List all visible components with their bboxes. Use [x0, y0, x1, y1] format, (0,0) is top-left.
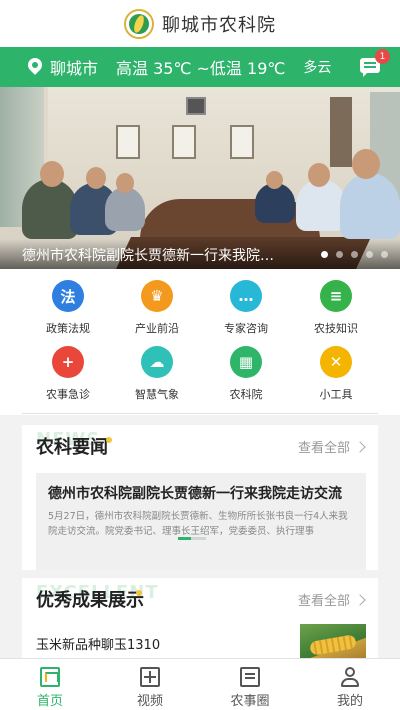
title-accent-dot	[136, 590, 142, 596]
tab-farm-circle[interactable]: 农事圈	[200, 659, 300, 710]
feature-expert-consult[interactable]: … 专家咨询	[206, 280, 286, 336]
feature-agri-knowledge[interactable]: ≡ 农技知识	[296, 280, 376, 336]
result-item-title[interactable]: 玉米新品种聊玉1310	[36, 634, 160, 653]
carousel-dot[interactable]	[321, 251, 328, 258]
feature-farm-emergency[interactable]: + 农事急诊	[28, 346, 108, 402]
policy-icon: 法	[52, 280, 84, 312]
carousel-dot[interactable]	[381, 251, 388, 258]
feature-smart-weather[interactable]: ☁ 智慧气象	[117, 346, 197, 402]
feature-label: 农技知识	[314, 322, 358, 335]
carousel-indicator	[321, 251, 388, 258]
news-see-all-link[interactable]: 查看全部	[298, 437, 364, 456]
location-pin-icon	[28, 58, 42, 76]
first-aid-icon: +	[52, 346, 84, 378]
video-icon	[140, 667, 160, 687]
news-summary: 5月27日，德州市农科院副院长贾德新、生物所所长张书良一行4人来我院走访交流。院…	[48, 511, 348, 537]
carousel-dot[interactable]	[366, 251, 373, 258]
title-accent-dot	[106, 437, 112, 443]
cloud-icon: ☁	[141, 346, 173, 378]
tab-label: 视频	[136, 694, 163, 709]
news-card[interactable]: 德州市农科院副院长贾德新一行来我院走访交流 5月27日，德州市农科院副院长贾德新…	[36, 473, 366, 570]
weather-temperature: 高温 35℃ ~低温 19℃	[116, 59, 286, 78]
tools-icon: ✕	[320, 346, 352, 378]
tab-label: 我的	[336, 694, 363, 709]
chat-icon: …	[230, 280, 262, 312]
feature-tools[interactable]: ✕ 小工具	[296, 346, 376, 402]
feature-label: 农事急诊	[46, 388, 90, 401]
feature-industry-frontier[interactable]: ♛ 产业前沿	[117, 280, 197, 336]
logo-icon	[124, 8, 154, 39]
tab-home[interactable]: 首页	[0, 659, 100, 710]
tab-profile[interactable]: 我的	[300, 659, 400, 710]
results-title: 优秀成果展示	[36, 590, 144, 611]
news-title: 农科要闻	[36, 437, 108, 458]
feature-label: 专家咨询	[224, 322, 268, 335]
feature-label: 政策法规	[46, 322, 90, 335]
post-icon	[240, 667, 260, 687]
feature-label: 农科院	[229, 388, 263, 401]
feature-policy[interactable]: 法 政策法规	[28, 280, 108, 336]
bottom-tab-bar: 首页 视频 农事圈 我的	[0, 658, 400, 710]
feature-grid: 法 政策法规 ♛ 产业前沿 … 专家咨询 ≡ 农技知识 + 农事急诊 ☁ 智慧气…	[0, 269, 400, 415]
tab-label: 首页	[36, 694, 63, 709]
news-pager	[178, 537, 206, 540]
tab-video[interactable]: 视频	[100, 659, 200, 710]
feature-label: 小工具	[319, 388, 353, 401]
app-title: 聊城市农科院	[162, 14, 276, 36]
profile-icon	[340, 667, 360, 687]
trophy-icon: ♛	[141, 280, 173, 312]
banner-carousel[interactable]: 德州市农科院副院长贾德新一行来我院…	[0, 87, 400, 269]
app-header: 聊城市农科院	[0, 0, 400, 47]
messages-button[interactable]: 1	[360, 49, 390, 77]
news-section: NEWS 农科要闻 查看全部 德州市农科院副院长贾德新一行来我院走访交流 5月2…	[22, 425, 378, 570]
carousel-dot[interactable]	[336, 251, 343, 258]
home-icon	[40, 667, 60, 687]
tab-label: 农事圈	[230, 694, 270, 709]
message-count-badge: 1	[375, 49, 390, 64]
feature-label: 智慧气象	[135, 388, 179, 401]
divider	[22, 413, 378, 414]
weather-condition: 多云	[303, 60, 332, 76]
building-icon: ▦	[230, 346, 262, 378]
book-icon: ≡	[320, 280, 352, 312]
results-section: EXCELLENT 优秀成果展示 查看全部 玉米新品种聊玉1310	[22, 578, 378, 668]
feature-label: 产业前沿	[135, 322, 179, 335]
carousel-dot[interactable]	[351, 251, 358, 258]
weather-city[interactable]: 聊城市	[50, 55, 98, 79]
results-see-all-link[interactable]: 查看全部	[298, 590, 364, 609]
weather-bar[interactable]: 聊城市 高温 35℃ ~低温 19℃ 多云 1	[0, 47, 400, 87]
news-headline[interactable]: 德州市农科院副院长贾德新一行来我院走访交流	[48, 483, 354, 503]
feature-academy[interactable]: ▦ 农科院	[206, 346, 286, 402]
